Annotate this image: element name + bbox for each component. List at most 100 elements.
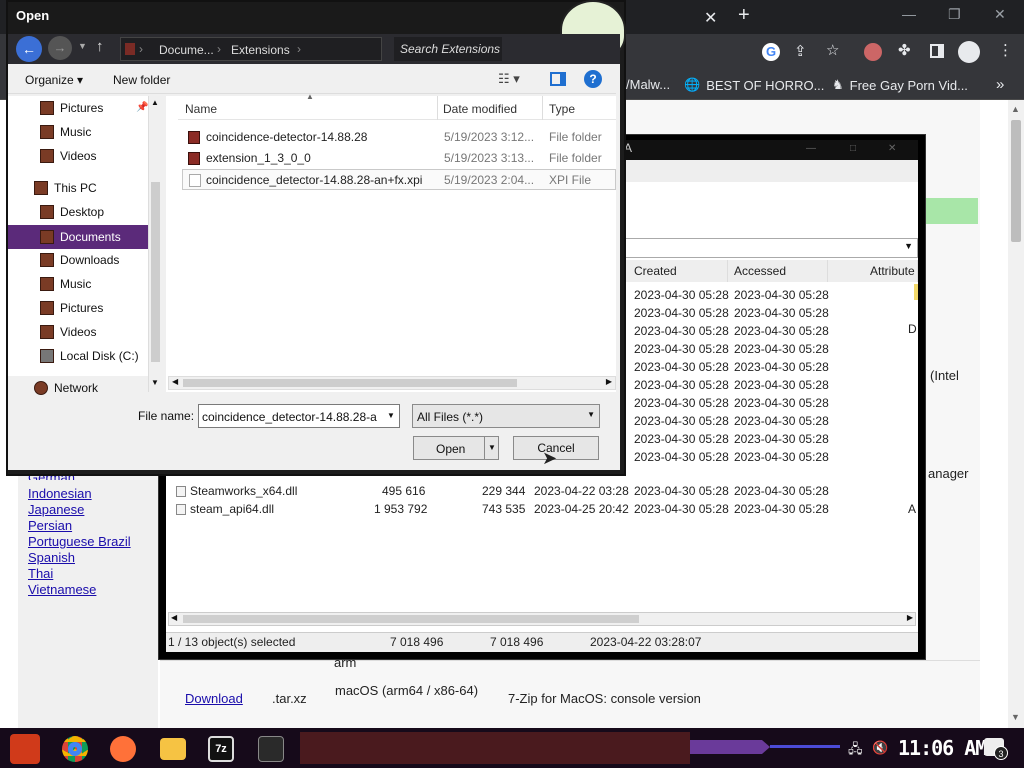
recent-chevron-icon[interactable]: ▼: [78, 41, 87, 51]
new-tab-button[interactable]: +: [738, 4, 750, 27]
address-bar[interactable]: › Docume... › Extensions ›: [120, 37, 382, 61]
tab-close-button[interactable]: ✕: [704, 8, 717, 28]
nav-item-videos[interactable]: Videos: [8, 144, 148, 168]
scroll-right-icon[interactable]: ▶: [907, 613, 913, 622]
window-close-icon[interactable]: ✕: [994, 6, 1006, 23]
menu-kebab-icon[interactable]: ⋮: [998, 41, 1013, 59]
scroll-right-icon[interactable]: ▶: [606, 377, 612, 386]
nav-item-music[interactable]: Music: [8, 120, 148, 144]
bookmark-item[interactable]: ♞ Free Gay Porn Vid...: [832, 77, 968, 93]
scroll-up-icon[interactable]: ▲: [1011, 104, 1020, 114]
scroll-down-icon[interactable]: ▼: [1011, 712, 1020, 722]
preview-pane-icon[interactable]: [550, 72, 566, 86]
nav-item-documents[interactable]: Documents: [8, 225, 148, 249]
scroll-left-icon[interactable]: ◀: [172, 377, 178, 386]
column-header-created[interactable]: Created: [628, 260, 728, 282]
nav-item-network[interactable]: Network: [8, 376, 148, 400]
7zip-taskbar-icon[interactable]: 7z: [208, 736, 234, 762]
extensions-puzzle-icon[interactable]: ✤: [898, 41, 911, 59]
download-link[interactable]: Download: [185, 691, 243, 706]
lang-link[interactable]: Vietnamese: [28, 582, 96, 597]
new-folder-button[interactable]: New folder: [113, 73, 170, 87]
network-tray-icon[interactable]: 🖧: [848, 740, 863, 762]
scroll-thumb[interactable]: [1011, 120, 1021, 242]
page-scrollbar[interactable]: ▲ ▼: [1008, 100, 1024, 728]
organize-button[interactable]: Organize ▾: [25, 73, 83, 87]
firefox-taskbar-icon[interactable]: [110, 736, 136, 762]
share-icon[interactable]: ⇪: [794, 42, 807, 60]
minimize-icon[interactable]: —: [806, 143, 816, 154]
maximize-icon[interactable]: □: [850, 143, 856, 154]
help-icon[interactable]: ?: [584, 70, 602, 88]
chevron-down-icon[interactable]: ▼: [383, 405, 399, 427]
breadcrumb-extensions[interactable]: Extensions: [231, 43, 290, 57]
nav-item-local-disk[interactable]: Local Disk (C:): [8, 344, 148, 368]
view-options-icon[interactable]: ☷ ▾: [498, 71, 520, 87]
lang-link[interactable]: Indonesian: [28, 486, 92, 501]
file-type-select[interactable]: All Files (*.*) ▼: [412, 404, 600, 428]
forward-arrow-icon[interactable]: →: [48, 36, 72, 60]
nav-item-videos[interactable]: Videos: [8, 320, 148, 344]
nav-item-pictures[interactable]: Pictures 📌: [8, 96, 148, 120]
dialog-titlebar: [8, 2, 620, 34]
breadcrumb-documents[interactable]: Docume...: [159, 43, 214, 57]
app-taskbar-icon[interactable]: [258, 736, 284, 762]
minimize-icon[interactable]: —: [902, 6, 916, 22]
nav-item-this-pc[interactable]: This PC: [8, 176, 148, 200]
restore-icon[interactable]: ❐: [948, 6, 961, 23]
column-header-accessed[interactable]: Accessed: [728, 260, 828, 282]
bookmark-item[interactable]: /Malw...: [626, 77, 670, 92]
file-name-input[interactable]: coincidence_detector-14.88.28-a ▼: [198, 404, 400, 428]
table-row[interactable]: steam_api64.dll 1 953 792 743 535 2023-0…: [174, 500, 918, 518]
bookmark-star-icon[interactable]: ☆: [826, 41, 839, 59]
side-panel-icon[interactable]: [930, 44, 944, 58]
lang-link[interactable]: Thai: [28, 566, 53, 581]
more-bookmarks-button[interactable]: »: [996, 76, 1004, 93]
table-row[interactable]: Steamworks_x64.dll 495 616 229 344 2023-…: [174, 482, 918, 500]
column-header-date[interactable]: Date modified: [443, 102, 517, 116]
scroll-left-icon[interactable]: ◀: [171, 613, 177, 622]
scroll-down-icon[interactable]: ▼: [151, 378, 159, 387]
lang-link[interactable]: Persian: [28, 518, 72, 533]
open-button[interactable]: Open ▼: [413, 436, 499, 460]
chevron-down-icon[interactable]: ▼: [587, 410, 595, 419]
column-divider[interactable]: [542, 96, 543, 120]
back-arrow-icon[interactable]: ←: [16, 36, 42, 62]
nav-item-music[interactable]: Music: [8, 272, 148, 296]
close-icon[interactable]: ✕: [888, 143, 896, 154]
column-header-type[interactable]: Type: [549, 102, 575, 116]
column-header-attributes[interactable]: Attribute: [828, 260, 918, 282]
7zip-hscrollbar[interactable]: ◀ ▶: [168, 612, 916, 626]
up-arrow-icon[interactable]: ↑: [96, 38, 104, 55]
lang-link[interactable]: Japanese: [28, 502, 84, 517]
chrome-taskbar-icon[interactable]: [62, 736, 88, 762]
file-row[interactable]: extension_1_3_0_0 5/19/2023 3:13... File…: [182, 148, 616, 169]
nav-item-desktop[interactable]: Desktop: [8, 200, 148, 224]
search-box[interactable]: Search Extensions: [394, 37, 502, 61]
nav-scrollbar[interactable]: ▲ ▼: [148, 96, 162, 392]
nav-item-downloads[interactable]: Downloads: [8, 248, 148, 272]
scroll-thumb[interactable]: [151, 182, 160, 362]
google-icon[interactable]: G: [762, 43, 780, 61]
lang-link[interactable]: Portuguese Brazil: [28, 534, 131, 549]
column-divider[interactable]: [437, 96, 438, 120]
volume-muted-icon[interactable]: 🔇: [872, 740, 888, 756]
notifications-icon[interactable]: 3: [984, 738, 1008, 760]
clock[interactable]: 11:06 AM: [898, 736, 987, 760]
bookmark-item[interactable]: 🌐 BEST OF HORRO...: [684, 77, 824, 93]
file-explorer-taskbar-icon[interactable]: [160, 738, 186, 760]
chevron-down-icon[interactable]: ▼: [904, 241, 913, 251]
extension-avatar-icon[interactable]: [864, 43, 882, 61]
nav-item-pictures[interactable]: Pictures: [8, 296, 148, 320]
file-list-hscrollbar[interactable]: ◀ ▶: [168, 376, 616, 390]
scroll-up-icon[interactable]: ▲: [151, 98, 159, 107]
start-button[interactable]: [10, 734, 40, 764]
profile-avatar[interactable]: [958, 41, 980, 63]
scroll-thumb[interactable]: [183, 615, 639, 623]
file-row[interactable]: coincidence_detector-14.88.28-an+fx.xpi …: [182, 169, 616, 190]
lang-link[interactable]: Spanish: [28, 550, 75, 565]
column-header-name[interactable]: Name: [185, 102, 217, 116]
scroll-thumb[interactable]: [183, 379, 517, 387]
file-row[interactable]: coincidence-detector-14.88.28 5/19/2023 …: [182, 127, 616, 148]
chevron-down-icon[interactable]: ▼: [488, 443, 496, 452]
